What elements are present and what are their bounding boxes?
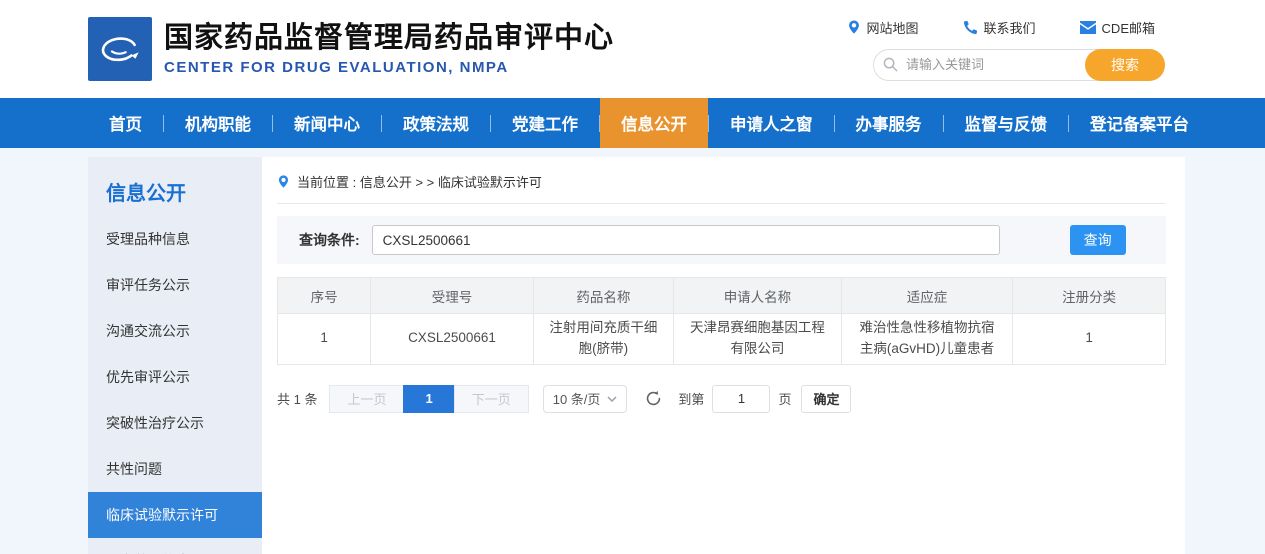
table-column-header: 受理号 — [371, 278, 534, 314]
sidebar-item[interactable]: 沟通交流公示 — [88, 308, 262, 354]
nav-item[interactable]: 信息公开 — [600, 98, 708, 148]
pagination: 共 1 条 上一页 1 下一页 10 条/页 到第 页 确定 — [277, 385, 1166, 413]
nav-item[interactable]: 首页 — [88, 98, 163, 148]
nav-item[interactable]: 政策法规 — [382, 98, 490, 148]
nav-item[interactable]: 监督与反馈 — [944, 98, 1069, 148]
table-cell: CXSL2500661 — [371, 314, 534, 365]
nav-item[interactable]: 办事服务 — [835, 98, 943, 148]
goto-confirm-button[interactable]: 确定 — [801, 385, 851, 413]
top-links: 网站地图 联系我们 CDE邮箱 — [847, 18, 1165, 37]
site-subtitle: CENTER FOR DRUG EVALUATION, NMPA — [164, 59, 614, 76]
goto-page-suffix: 页 — [778, 389, 791, 408]
results-table: 序号受理号药品名称申请人名称适应症注册分类 1CXSL2500661注射用间充质… — [277, 277, 1166, 365]
page-1-button[interactable]: 1 — [403, 385, 454, 413]
contact-link-label: 联系我们 — [984, 18, 1036, 37]
nav-item[interactable]: 机构职能 — [164, 98, 272, 148]
cde-logo — [88, 17, 152, 81]
site-search-button[interactable]: 搜索 — [1085, 49, 1165, 81]
nav-item[interactable]: 登记备案平台 — [1069, 98, 1210, 148]
table-cell: 难治性急性移植物抗宿主病(aGvHD)儿童患者 — [841, 314, 1012, 365]
site-title: 国家药品监督管理局药品审评中心 — [164, 22, 614, 55]
sidebar-item[interactable]: 优先审评公示 — [88, 354, 262, 400]
sidebar: 信息公开 受理品种信息审评任务公示沟通交流公示优先审评公示突破性治疗公示共性问题… — [88, 157, 262, 554]
table-row: 1CXSL2500661注射用间充质干细胞(脐带)天津昂赛细胞基因工程有限公司难… — [278, 314, 1166, 365]
table-column-header: 序号 — [278, 278, 371, 314]
contact-link[interactable]: 联系我们 — [963, 18, 1036, 37]
table-column-header: 药品名称 — [533, 278, 673, 314]
main-panel: 当前位置 : 信息公开 > > 临床试验默示许可 查询条件: 查询 序号受理号药… — [262, 157, 1185, 554]
goto-page-label: 到第 — [678, 389, 704, 408]
mailbox-link[interactable]: CDE邮箱 — [1080, 18, 1155, 37]
sitemap-link[interactable]: 网站地图 — [847, 18, 919, 37]
query-panel: 查询条件: 查询 — [277, 216, 1166, 264]
results-table-header: 序号受理号药品名称申请人名称适应症注册分类 — [278, 278, 1166, 314]
nav-item[interactable]: 新闻中心 — [273, 98, 381, 148]
table-cell: 注射用间充质干细胞(脐带) — [533, 314, 673, 365]
page-size-select[interactable]: 10 条/页 — [543, 385, 628, 413]
query-button[interactable]: 查询 — [1070, 225, 1126, 255]
sidebar-item[interactable]: 突破性治疗公示 — [88, 400, 262, 446]
site-header: 国家药品监督管理局药品审评中心 CENTER FOR DRUG EVALUATI… — [0, 0, 1265, 98]
sidebar-item[interactable]: 受理品种信息 — [88, 216, 262, 262]
table-cell: 1 — [278, 314, 371, 365]
main-nav: 首页机构职能新闻中心政策法规党建工作信息公开申请人之窗办事服务监督与反馈登记备案… — [0, 98, 1265, 148]
sidebar-item[interactable]: 审评任务公示 — [88, 262, 262, 308]
pagination-total: 共 1 条 — [277, 389, 317, 408]
breadcrumb: 当前位置 : 信息公开 > > 临床试验默示许可 — [277, 172, 1166, 204]
sidebar-items: 受理品种信息审评任务公示沟通交流公示优先审评公示突破性治疗公示共性问题临床试验默… — [88, 216, 262, 554]
sidebar-item[interactable]: 上市药品信息 — [88, 538, 262, 554]
pagination-group: 上一页 1 下一页 — [329, 385, 528, 413]
header-right: 网站地图 联系我们 CDE邮箱 搜索 — [847, 18, 1165, 81]
page-size-value: 10 条/页 — [553, 389, 601, 408]
table-column-header: 注册分类 — [1013, 278, 1166, 314]
site-brand: 国家药品监督管理局药品审评中心 CENTER FOR DRUG EVALUATI… — [88, 17, 614, 81]
table-cell: 天津昂赛细胞基因工程有限公司 — [674, 314, 842, 365]
nav-item[interactable]: 申请人之窗 — [709, 98, 834, 148]
table-column-header: 适应症 — [841, 278, 1012, 314]
mail-icon — [1080, 21, 1096, 34]
breadcrumb-text: 当前位置 : 信息公开 > > 临床试验默示许可 — [297, 172, 542, 191]
sidebar-item[interactable]: 临床试验默示许可 — [88, 492, 262, 538]
table-column-header: 申请人名称 — [674, 278, 842, 314]
table-cell: 1 — [1013, 314, 1166, 365]
sitemap-link-label: 网站地图 — [867, 18, 919, 37]
goto-page-input[interactable] — [712, 385, 770, 413]
content-wrap: 信息公开 受理品种信息审评任务公示沟通交流公示优先审评公示突破性治疗公示共性问题… — [88, 157, 1185, 554]
site-search: 搜索 — [873, 49, 1165, 81]
cde-logo-swirl-icon — [94, 23, 146, 75]
prev-page-button[interactable]: 上一页 — [329, 385, 404, 413]
brand-text: 国家药品监督管理局药品审评中心 CENTER FOR DRUG EVALUATI… — [164, 22, 614, 76]
sidebar-item[interactable]: 共性问题 — [88, 446, 262, 492]
mailbox-link-label: CDE邮箱 — [1102, 18, 1155, 37]
refresh-icon — [645, 390, 662, 407]
query-label: 查询条件: — [299, 230, 360, 250]
nav-item[interactable]: 党建工作 — [491, 98, 599, 148]
chevron-down-icon — [607, 396, 617, 402]
phone-icon — [963, 20, 978, 35]
next-page-button[interactable]: 下一页 — [454, 385, 529, 413]
query-input[interactable] — [372, 225, 1000, 255]
search-icon — [883, 57, 898, 72]
sidebar-title: 信息公开 — [88, 157, 262, 216]
refresh-button[interactable] — [645, 390, 662, 407]
breadcrumb-pin-icon — [277, 174, 290, 189]
location-pin-icon — [847, 19, 861, 35]
